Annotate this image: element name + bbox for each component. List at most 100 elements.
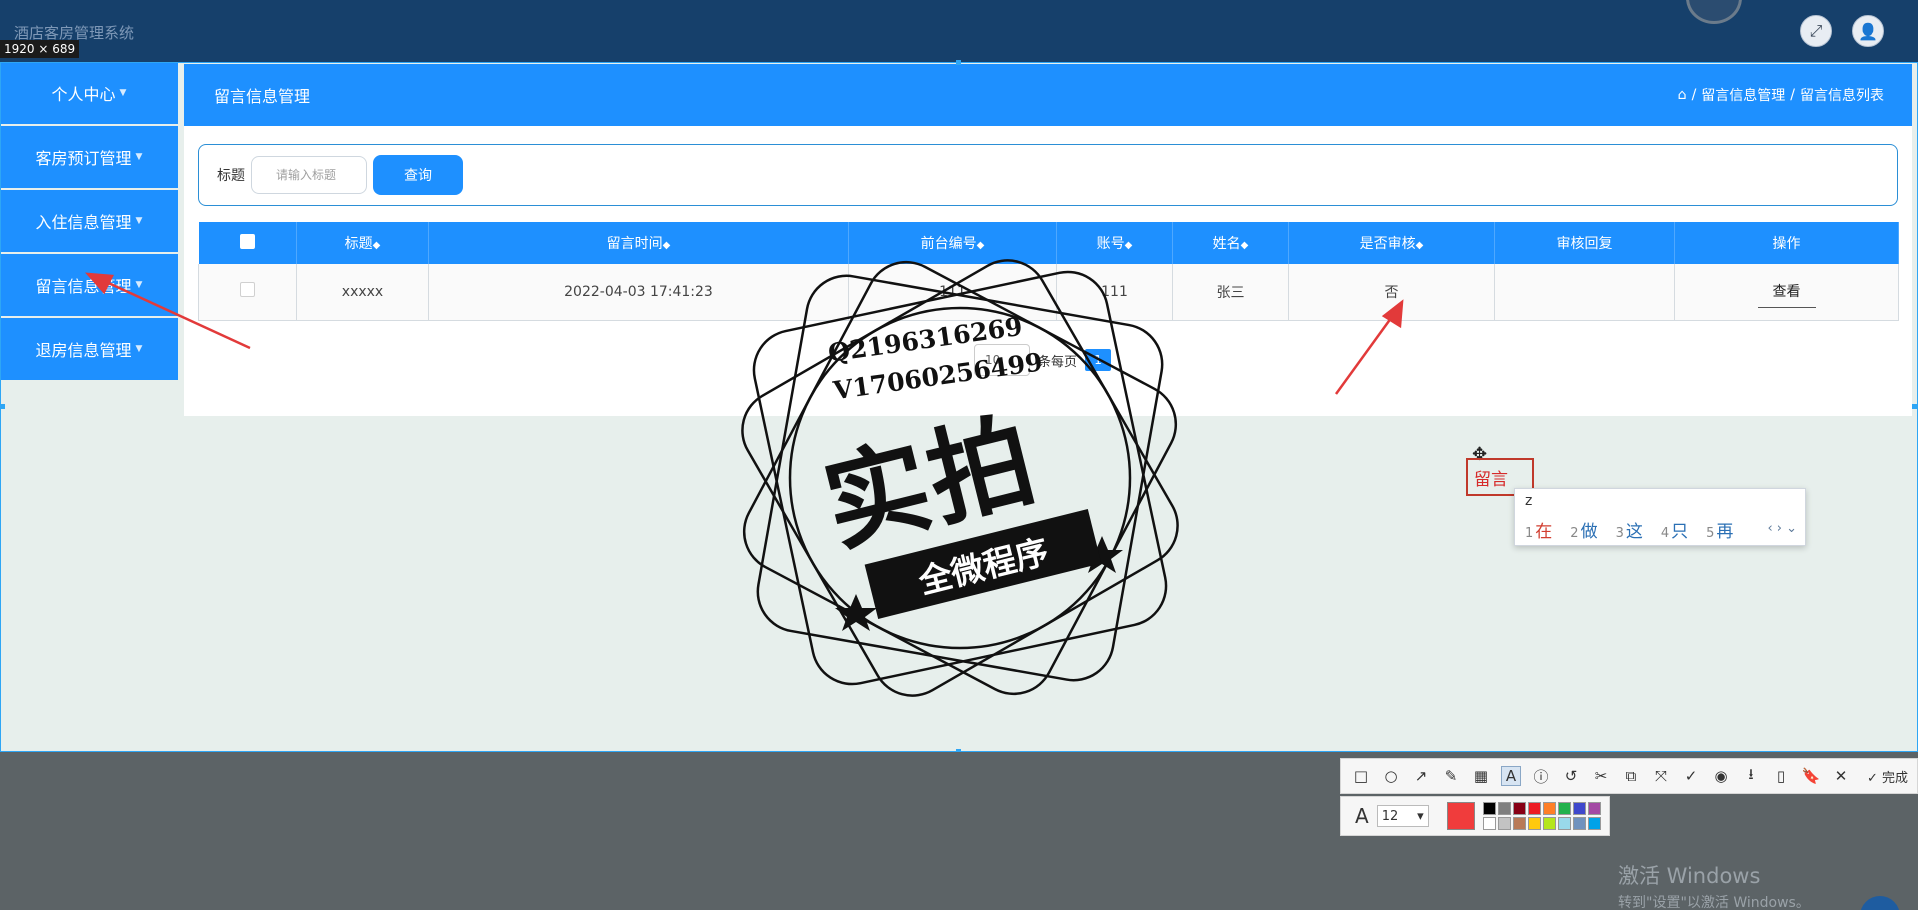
ime-candidate[interactable]: 4只 xyxy=(1661,517,1688,542)
color-palette xyxy=(1482,802,1601,830)
color-swatch[interactable] xyxy=(1587,817,1601,830)
sidebar-item-label: 入住信息管理 xyxy=(35,213,132,232)
bookmark-icon[interactable]: 🔖 xyxy=(1801,767,1821,785)
ime-candidate-number: 2 xyxy=(1570,526,1579,541)
long-capture-icon[interactable]: ⤧ xyxy=(1651,767,1671,785)
color-swatch[interactable] xyxy=(1497,817,1511,830)
avatar xyxy=(1686,0,1742,24)
record-icon[interactable]: ◉ xyxy=(1711,767,1731,785)
select-all-header xyxy=(198,222,297,264)
copy-image-icon[interactable]: ⧉ xyxy=(1621,767,1641,785)
cell-actions: 查看 xyxy=(1674,264,1899,321)
font-icon: A xyxy=(1355,804,1369,828)
cut-icon[interactable]: ✂ xyxy=(1591,767,1611,785)
color-swatch[interactable] xyxy=(1587,802,1601,815)
color-swatch[interactable] xyxy=(1527,817,1541,830)
breadcrumb-separator: / xyxy=(1691,87,1697,103)
column-header-title[interactable]: 标题◆ xyxy=(296,222,429,264)
resize-handle[interactable] xyxy=(1912,404,1917,409)
sidebar-item-label: 客房预订管理 xyxy=(35,149,132,168)
color-swatch[interactable] xyxy=(1557,817,1571,830)
color-swatch[interactable] xyxy=(1572,817,1586,830)
ime-candidate[interactable]: 3这 xyxy=(1616,517,1643,542)
ime-candidate-word: 这 xyxy=(1625,522,1643,542)
column-header-label: 是否审核 xyxy=(1359,236,1416,252)
close-icon[interactable]: ✕ xyxy=(1831,767,1851,785)
ime-candidate-window: z 1在 2做 3这 4只 5再 ‹ › ⌄ xyxy=(1514,488,1806,546)
current-color-swatch[interactable] xyxy=(1446,802,1475,830)
column-header-name[interactable]: 姓名◆ xyxy=(1172,222,1289,264)
ime-candidate-number: 1 xyxy=(1525,526,1534,541)
rectangle-tool-icon[interactable]: □ xyxy=(1351,767,1371,785)
row-select-cell xyxy=(198,264,297,321)
ime-candidate-number: 4 xyxy=(1660,526,1670,541)
color-swatch[interactable] xyxy=(1512,802,1526,815)
fullscreen-icon[interactable]: ⤢ xyxy=(1800,15,1832,47)
capture-size-tip: 1920 × 689 xyxy=(0,40,80,58)
done-button[interactable]: ✓ 完成 xyxy=(1867,767,1908,786)
caret-down-icon: ▼ xyxy=(135,344,143,354)
mosaic-tool-icon[interactable]: ▦ xyxy=(1471,767,1491,785)
color-swatch[interactable] xyxy=(1542,817,1556,830)
column-header-label: 标题 xyxy=(344,236,373,252)
text-tool-icon[interactable]: A xyxy=(1501,766,1521,786)
view-button[interactable]: 查看 xyxy=(1757,275,1816,309)
sidebar-item-room-booking[interactable]: 客房预订管理 ▼ xyxy=(0,126,178,188)
column-header-label: 留言时间 xyxy=(606,236,663,252)
home-icon[interactable]: ⌂ xyxy=(1678,87,1687,103)
pen-tool-icon[interactable]: ✎ xyxy=(1441,767,1461,785)
ellipse-tool-icon[interactable]: ○ xyxy=(1381,767,1401,785)
download-icon[interactable]: ⭳ xyxy=(1741,764,1761,789)
row-checkbox[interactable] xyxy=(240,282,255,298)
taskbar-corner-icon xyxy=(1860,896,1900,910)
ime-candidate-number: 3 xyxy=(1615,526,1624,541)
sidebar-item-messages[interactable]: 留言信息管理 ▼ xyxy=(0,254,178,316)
color-swatch[interactable] xyxy=(1512,817,1526,830)
select-all-checkbox[interactable] xyxy=(239,233,255,249)
color-swatch[interactable] xyxy=(1557,802,1571,815)
sort-icon: ◆ xyxy=(1124,240,1133,251)
ime-candidate[interactable]: 2做 xyxy=(1570,517,1597,542)
sidebar: 个人中心 ▼ 客房预订管理 ▼ 入住信息管理 ▼ 留言信息管理 ▼ 退房信息管理 ▼ xyxy=(0,62,178,382)
arrow-tool-icon[interactable]: ↗ xyxy=(1411,767,1431,785)
search-form: 标题 查询 xyxy=(198,144,1898,206)
sort-icon: ◆ xyxy=(372,240,381,251)
cell-name: 张三 xyxy=(1172,264,1289,321)
breadcrumb-level2: 留言信息列表 xyxy=(1800,88,1884,104)
done-check-icon: ✓ xyxy=(1867,770,1878,786)
color-swatch[interactable] xyxy=(1542,802,1556,815)
color-swatch[interactable] xyxy=(1497,802,1511,815)
resize-handle[interactable] xyxy=(0,404,5,409)
resize-handle[interactable] xyxy=(956,749,961,752)
phone-icon[interactable]: ▯ xyxy=(1771,767,1791,785)
number-tool-icon[interactable]: ⓘ xyxy=(1531,766,1551,787)
ime-page-nav-icon[interactable]: ‹ › ⌄ xyxy=(1767,521,1797,536)
ime-candidate[interactable]: 5再 xyxy=(1706,517,1733,542)
resize-handle[interactable] xyxy=(956,60,961,65)
ime-candidate-word: 做 xyxy=(1580,522,1598,542)
color-swatch[interactable] xyxy=(1572,802,1586,815)
check-icon[interactable]: ✓ xyxy=(1681,767,1701,785)
sidebar-item-checkin[interactable]: 入住信息管理 ▼ xyxy=(0,190,178,252)
column-header-actions: 操作 xyxy=(1674,222,1899,264)
sidebar-item-label: 留言信息管理 xyxy=(35,277,132,296)
color-swatch[interactable] xyxy=(1482,802,1496,815)
column-header-label: 前台编号 xyxy=(920,236,977,252)
undo-icon[interactable]: ↺ xyxy=(1561,767,1581,785)
sort-icon: ◆ xyxy=(662,240,671,251)
sidebar-item-profile[interactable]: 个人中心 ▼ xyxy=(0,62,178,124)
caret-down-icon: ▼ xyxy=(119,88,127,98)
column-header-audited[interactable]: 是否审核◆ xyxy=(1288,222,1495,264)
user-icon[interactable]: 👤 xyxy=(1852,15,1884,47)
cell-reply xyxy=(1494,264,1675,321)
query-button[interactable]: 查询 xyxy=(373,155,463,195)
ime-candidate-word: 只 xyxy=(1671,522,1689,542)
font-size-select[interactable]: 12 ▾ xyxy=(1376,805,1429,827)
sidebar-item-checkout[interactable]: 退房信息管理 ▼ xyxy=(0,318,178,380)
ime-candidate-number: 5 xyxy=(1706,526,1715,541)
title-search-input[interactable] xyxy=(251,156,367,194)
color-swatch[interactable] xyxy=(1527,802,1541,815)
breadcrumb-level1[interactable]: 留言信息管理 xyxy=(1701,85,1785,105)
color-swatch[interactable] xyxy=(1482,817,1496,830)
ime-candidate[interactable]: 1在 xyxy=(1525,517,1552,542)
